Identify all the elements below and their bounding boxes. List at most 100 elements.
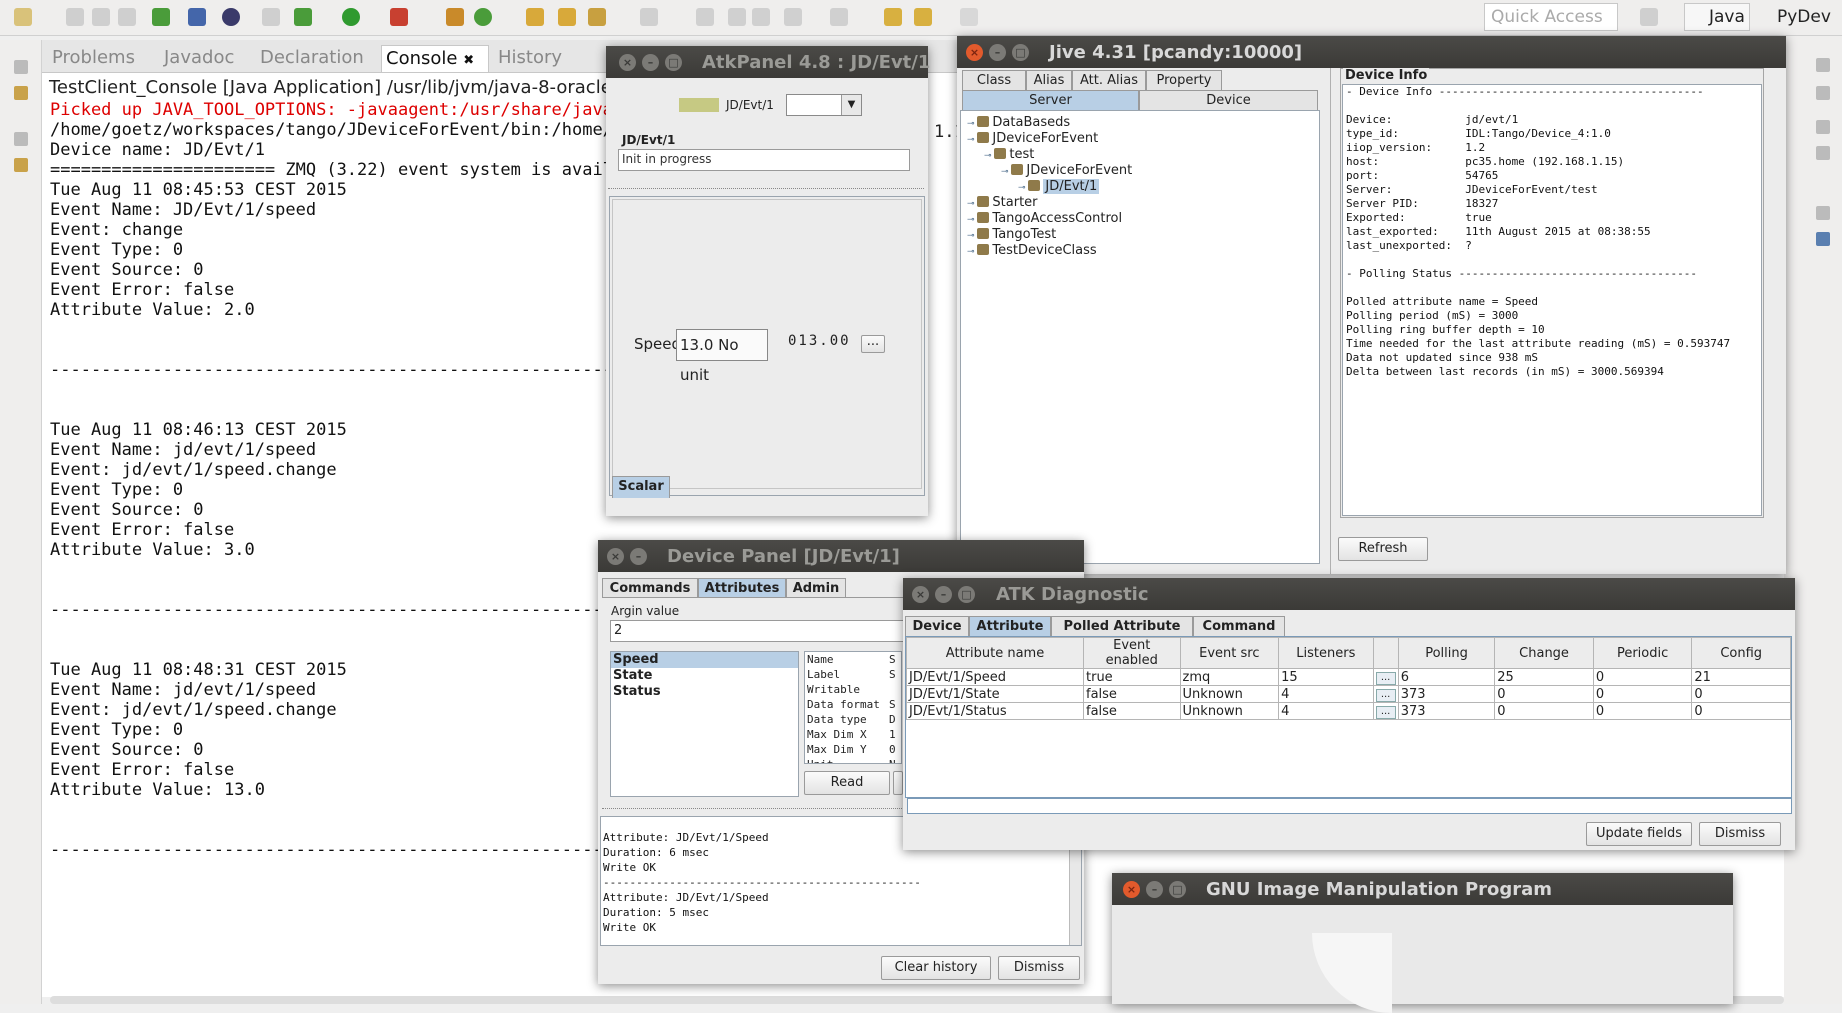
tab-device[interactable]: Device: [905, 616, 969, 636]
restore-right-icon[interactable]: [1816, 58, 1830, 72]
minimize-button[interactable]: –: [642, 54, 659, 71]
dismiss-button[interactable]: Dismiss: [998, 956, 1080, 980]
maximize-button[interactable]: □: [1169, 881, 1186, 898]
perspective-pydev[interactable]: PyDev: [1752, 3, 1842, 31]
pilcrow-icon[interactable]: [752, 8, 770, 26]
close-button[interactable]: ×: [619, 54, 636, 71]
tab-property[interactable]: Property: [1146, 70, 1222, 90]
new-package-icon[interactable]: [446, 8, 464, 26]
forward-icon[interactable]: [960, 8, 978, 26]
expand-handle-icon[interactable]: ⊸: [967, 215, 977, 225]
last-edit-icon[interactable]: [884, 8, 902, 26]
clear-history-button[interactable]: Clear history: [881, 956, 991, 980]
tree-node[interactable]: ⊸ JDeviceForEvent: [967, 131, 1132, 147]
quick-access-input[interactable]: Quick Access: [1484, 3, 1618, 31]
tree-node[interactable]: ⊸ JDeviceForEvent: [967, 163, 1132, 179]
column-header[interactable]: [1372, 637, 1399, 669]
prev-annotation-icon[interactable]: [830, 8, 848, 26]
expand-handle-icon[interactable]: ⊸: [984, 151, 994, 161]
debug-icon[interactable]: [294, 8, 312, 26]
attribute-item-status[interactable]: Status: [611, 684, 798, 700]
table-row[interactable]: JD/Evt/1/Status false Unknown 4... 373 0 0 0: [906, 702, 1791, 720]
tab-class[interactable]: Class: [962, 70, 1026, 90]
palette-icon[interactable]: [1816, 232, 1830, 246]
expand-handle-icon[interactable]: ⊸: [967, 199, 977, 209]
close-button[interactable]: ×: [966, 44, 983, 61]
package-explorer-icon[interactable]: [14, 86, 28, 100]
debug-skip-icon[interactable]: [188, 8, 206, 26]
expand-handle-icon[interactable]: ⊸: [967, 135, 977, 145]
tab-device[interactable]: Device: [1139, 90, 1318, 110]
mark-icon[interactable]: [696, 8, 714, 26]
annotation-icon[interactable]: [640, 8, 658, 26]
column-header[interactable]: Attribute name: [906, 637, 1084, 669]
tree-node[interactable]: ⊸ test: [967, 147, 1132, 163]
column-header[interactable]: Event enabled: [1083, 637, 1181, 669]
restore-icon-2[interactable]: [14, 132, 28, 146]
details-button[interactable]: ...: [1372, 702, 1399, 720]
outline-right-icon[interactable]: [1816, 146, 1830, 160]
tree-node[interactable]: ⊸ Starter: [967, 195, 1132, 211]
perspective-java[interactable]: Java: [1684, 3, 1750, 31]
new-file-icon[interactable]: [14, 8, 32, 26]
new-class-icon[interactable]: [474, 8, 492, 26]
tree-node[interactable]: ⊸ TangoAccessControl: [967, 211, 1132, 227]
open-perspective-icon[interactable]: [1640, 8, 1658, 26]
tab-attribute[interactable]: Attribute: [969, 616, 1051, 636]
tab-javadoc[interactable]: Javadoc: [160, 45, 238, 72]
maximize-button[interactable]: □: [1012, 44, 1029, 61]
expand-handle-icon[interactable]: ⊸: [967, 247, 977, 257]
expand-handle-icon[interactable]: ⊸: [967, 119, 977, 129]
view-select[interactable]: ▼: [786, 94, 862, 116]
open-type-icon[interactable]: [526, 8, 544, 26]
horizontal-scrollbar[interactable]: [907, 798, 1792, 814]
dismiss-button[interactable]: Dismiss: [1699, 822, 1781, 846]
tab-commands[interactable]: Commands: [602, 578, 698, 598]
expand-handle-icon[interactable]: ⊸: [1018, 183, 1028, 193]
write-button[interactable]: [893, 771, 903, 795]
tab-alias[interactable]: Alias: [1026, 70, 1072, 90]
tab-problems[interactable]: Problems: [48, 45, 139, 72]
external-tools-icon[interactable]: [390, 8, 408, 26]
minimize-button[interactable]: –: [989, 44, 1006, 61]
print-icon[interactable]: [118, 8, 136, 26]
attribute-item-speed[interactable]: Speed: [611, 652, 798, 668]
tab-command[interactable]: Command: [1193, 616, 1285, 636]
restore-right-icon-3[interactable]: [1816, 206, 1830, 220]
ellipsis-button[interactable]: ...: [1375, 672, 1396, 685]
restore-right-icon-2[interactable]: [1816, 120, 1830, 134]
minimize-button[interactable]: –: [1146, 881, 1163, 898]
more-button[interactable]: ...: [861, 335, 885, 353]
table-row[interactable]: JD/Evt/1/State false Unknown 4... 373 0 0 0: [906, 685, 1791, 703]
details-button[interactable]: ...: [1372, 668, 1399, 686]
tab-console[interactable]: Console ✖: [381, 45, 489, 72]
table-row[interactable]: JD/Evt/1/Speed true zmq 15... 6 25 0 21: [906, 668, 1791, 686]
close-button[interactable]: ×: [912, 586, 929, 603]
tab-admin[interactable]: Admin: [786, 578, 846, 598]
back-icon[interactable]: [914, 8, 932, 26]
split-handle[interactable]: [608, 188, 924, 192]
refactor-icon[interactable]: [152, 8, 170, 26]
restore-icon[interactable]: [14, 60, 28, 74]
server-tree[interactable]: ⊸ DataBaseds ⊸ JDeviceForEvent ⊸ test ⊸ JDe…: [967, 115, 1132, 259]
tab-att-alias[interactable]: Att. Alias: [1072, 70, 1146, 90]
maximize-button[interactable]: □: [958, 586, 975, 603]
column-header[interactable]: Listeners: [1278, 637, 1374, 669]
open-folder-icon[interactable]: [558, 8, 576, 26]
ellipsis-button[interactable]: ...: [1375, 689, 1396, 702]
refresh-button[interactable]: Refresh: [1338, 537, 1428, 561]
tab-declaration[interactable]: Declaration: [256, 45, 368, 72]
tree-node[interactable]: ⊸ JD/Evt/1: [967, 179, 1132, 195]
tab-scalar[interactable]: Scalar: [612, 476, 670, 498]
read-button[interactable]: Read: [804, 771, 890, 795]
minimize-button[interactable]: –: [630, 548, 647, 565]
chevron-down-icon[interactable]: ▼: [841, 95, 861, 115]
column-header[interactable]: Change: [1494, 637, 1594, 669]
close-button[interactable]: ×: [1123, 881, 1140, 898]
block-icon[interactable]: [728, 8, 746, 26]
column-header[interactable]: Event src: [1179, 637, 1280, 669]
expand-handle-icon[interactable]: ⊸: [967, 231, 977, 241]
device-info-text[interactable]: - Device Info --------------------------…: [1346, 85, 1730, 379]
split-divider[interactable]: [1330, 68, 1331, 574]
outline-icon[interactable]: [14, 158, 28, 172]
